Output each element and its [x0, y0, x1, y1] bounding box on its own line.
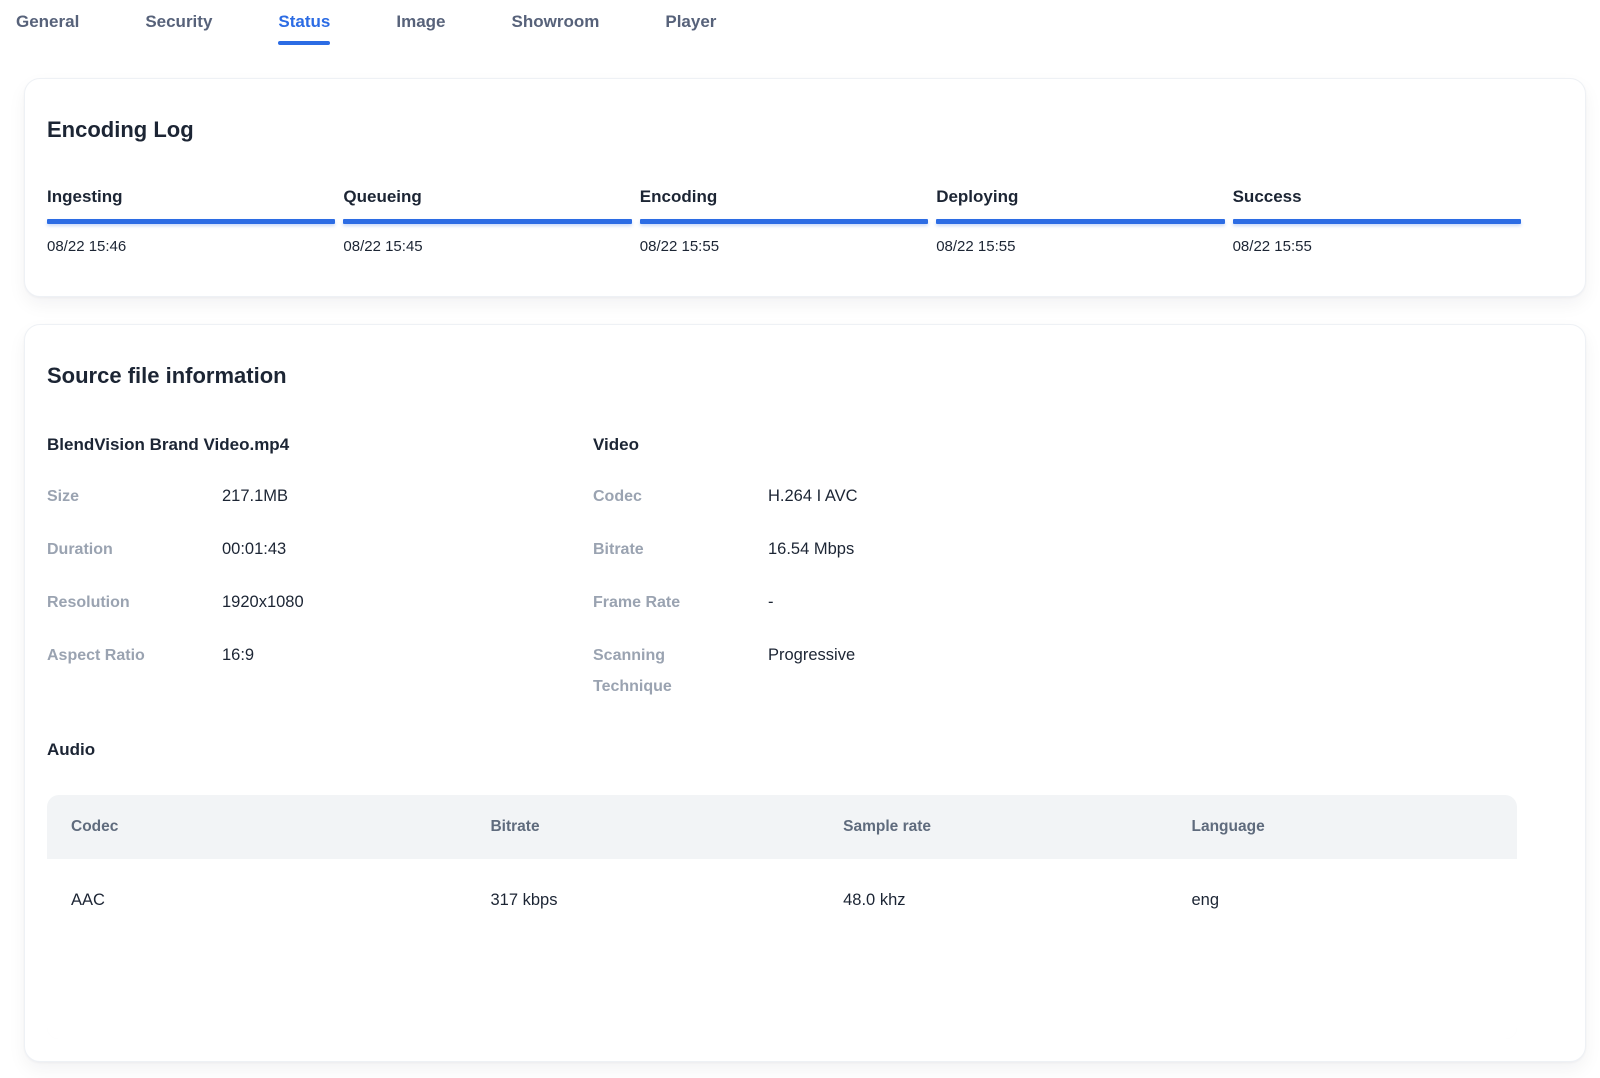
step-progress-bar [343, 219, 631, 224]
file-info-column: BlendVision Brand Video.mp4 Size 217.1MB… [47, 435, 593, 724]
step-label: Encoding [640, 187, 928, 207]
info-value: 16.54 Mbps [768, 534, 854, 565]
encoding-steps: Ingesting 08/22 15:46 Queueing 08/22 15:… [47, 187, 1521, 256]
step-progress-bar [936, 219, 1224, 224]
audio-table-header: Codec Bitrate Sample rate Language [47, 795, 1517, 859]
audio-section-title: Audio [47, 740, 1563, 760]
column-header-language: Language [1192, 818, 1494, 836]
step-label: Deploying [936, 187, 1224, 207]
info-row-resolution: Resolution 1920x1080 [47, 587, 593, 618]
step-progress-bar [640, 219, 928, 224]
info-label: Bitrate [593, 534, 768, 565]
info-row-frame-rate: Frame Rate - [593, 587, 1563, 618]
info-value: - [768, 587, 774, 618]
table-row: AAC 317 kbps 48.0 khz eng [47, 859, 1517, 910]
video-info-column: Video Codec H.264 I AVC Bitrate 16.54 Mb… [593, 435, 1563, 724]
source-file-title: Source file information [47, 363, 1563, 389]
info-label: Aspect Ratio [47, 640, 222, 671]
encoding-log-title: Encoding Log [47, 117, 1563, 143]
info-row-scanning-technique: Scanning Technique Progressive [593, 640, 1563, 702]
step-progress-bar [1233, 219, 1521, 224]
source-file-grid: BlendVision Brand Video.mp4 Size 217.1MB… [47, 435, 1563, 724]
step-timestamp: 08/22 15:55 [640, 238, 928, 256]
step-encoding: Encoding 08/22 15:55 [640, 187, 928, 256]
file-name: BlendVision Brand Video.mp4 [47, 435, 593, 455]
info-value: H.264 I AVC [768, 481, 858, 512]
step-timestamp: 08/22 15:45 [343, 238, 631, 256]
cell-bitrate: 317 kbps [490, 891, 843, 910]
info-label: Resolution [47, 587, 222, 618]
info-row-size: Size 217.1MB [47, 481, 593, 512]
tab-bar: General Security Status Image Showroom P… [0, 0, 1600, 45]
cell-language: eng [1192, 891, 1494, 910]
encoding-log-card: Encoding Log Ingesting 08/22 15:46 Queue… [24, 78, 1586, 297]
column-header-bitrate: Bitrate [490, 818, 843, 836]
info-value: 16:9 [222, 640, 254, 671]
step-ingesting: Ingesting 08/22 15:46 [47, 187, 335, 256]
info-label: Scanning Technique [593, 640, 768, 702]
info-row-bitrate: Bitrate 16.54 Mbps [593, 534, 1563, 565]
audio-table: Codec Bitrate Sample rate Language AAC 3… [47, 795, 1517, 1039]
info-label: Frame Rate [593, 587, 768, 618]
tab-security[interactable]: Security [145, 12, 212, 45]
column-header-codec: Codec [71, 818, 490, 836]
info-row-duration: Duration 00:01:43 [47, 534, 593, 565]
info-value: Progressive [768, 640, 855, 702]
tab-player[interactable]: Player [665, 12, 716, 45]
tab-image[interactable]: Image [396, 12, 445, 45]
step-label: Queueing [343, 187, 631, 207]
step-timestamp: 08/22 15:46 [47, 238, 335, 256]
tab-showroom[interactable]: Showroom [512, 12, 600, 45]
step-timestamp: 08/22 15:55 [936, 238, 1224, 256]
tab-status[interactable]: Status [278, 12, 330, 45]
cell-sample-rate: 48.0 khz [843, 891, 1191, 910]
info-label: Size [47, 481, 222, 512]
step-timestamp: 08/22 15:55 [1233, 238, 1521, 256]
step-label: Success [1233, 187, 1521, 207]
step-progress-bar [47, 219, 335, 224]
step-success: Success 08/22 15:55 [1233, 187, 1521, 256]
video-section-title: Video [593, 435, 1563, 455]
info-label: Codec [593, 481, 768, 512]
tab-general[interactable]: General [16, 12, 79, 45]
info-value: 1920x1080 [222, 587, 304, 618]
audio-table-body: AAC 317 kbps 48.0 khz eng [47, 859, 1517, 1039]
column-header-sample-rate: Sample rate [843, 818, 1191, 836]
step-queueing: Queueing 08/22 15:45 [343, 187, 631, 256]
info-value: 217.1MB [222, 481, 288, 512]
info-label: Duration [47, 534, 222, 565]
step-deploying: Deploying 08/22 15:55 [936, 187, 1224, 256]
source-file-card: Source file information BlendVision Bran… [24, 324, 1586, 1062]
info-value: 00:01:43 [222, 534, 286, 565]
info-row-aspect-ratio: Aspect Ratio 16:9 [47, 640, 593, 671]
cell-codec: AAC [71, 891, 490, 910]
step-label: Ingesting [47, 187, 335, 207]
info-row-codec: Codec H.264 I AVC [593, 481, 1563, 512]
